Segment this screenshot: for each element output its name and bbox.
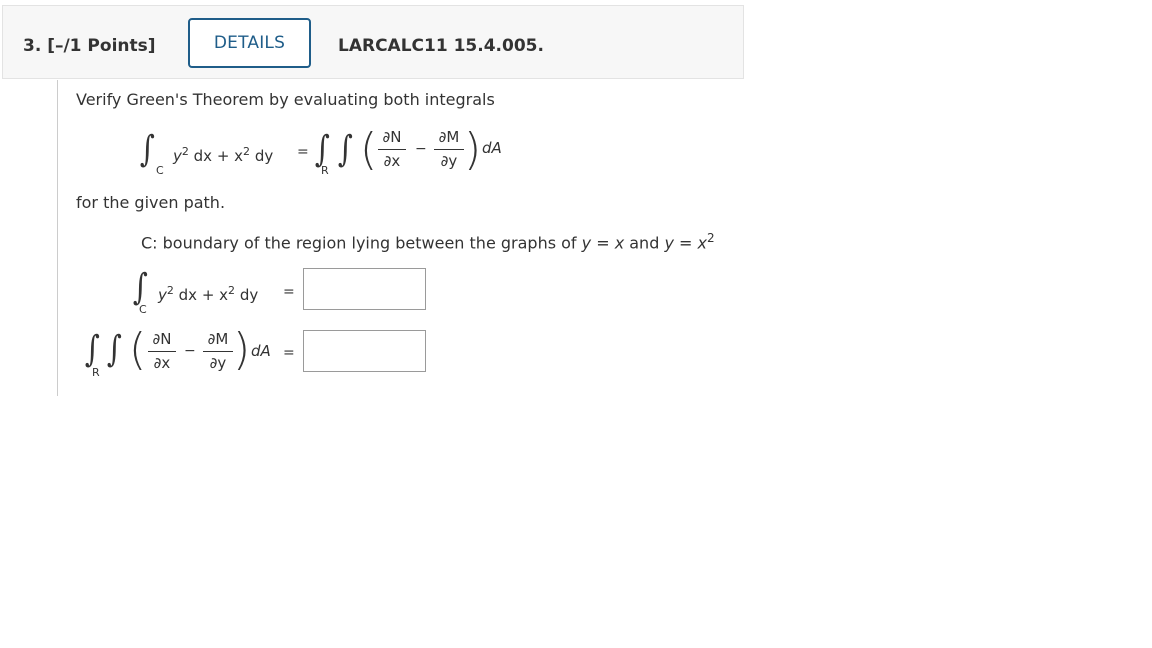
line-integrand: y2 dx + x2 dy	[158, 284, 258, 304]
question-code: LARCALC11 15.4.005.	[338, 36, 544, 56]
prompt-intro: Verify Green's Theorem by evaluating bot…	[76, 90, 495, 109]
partial-m: ∂M	[438, 128, 460, 146]
partial-x: ∂x	[153, 354, 171, 372]
fraction-bar	[434, 149, 464, 150]
fraction-bar	[203, 351, 233, 352]
line-integral-sign: ∫	[132, 267, 148, 308]
integrand-exp-2: 2	[243, 145, 251, 158]
double-integral-answer-input[interactable]	[303, 330, 426, 372]
integrand-exp-1: 2	[166, 284, 174, 297]
integrand-dx: dx + x	[188, 147, 244, 165]
da-term: dA	[251, 342, 271, 360]
partial-y: ∂y	[209, 354, 227, 372]
double-integral-sign-1: ∫	[314, 129, 330, 170]
right-paren: )	[233, 324, 251, 375]
integrand-y: y	[173, 147, 182, 165]
double-integral-sign-1: ∫	[84, 329, 100, 370]
partial-y: ∂y	[440, 152, 458, 170]
fraction-dm-dy: ∂M ∂y	[203, 330, 233, 372]
equals-sign: =	[283, 284, 295, 300]
integrand-dx: dx + x	[173, 286, 229, 304]
fraction-dm-dy: ∂M ∂y	[434, 128, 464, 170]
line-integral-subscript: C	[139, 303, 147, 316]
fraction-bar	[378, 149, 406, 150]
partial-x: ∂x	[383, 152, 401, 170]
question-left-rule	[57, 80, 58, 396]
equals-sign: =	[297, 144, 309, 160]
line-integral-subscript: C	[156, 164, 164, 177]
question-header: 3. [–/1 Points] DETAILS LARCALC11 15.4.0…	[2, 5, 744, 79]
integrand-dy: dy	[235, 286, 259, 304]
path-exponent: 2	[706, 231, 715, 245]
path-equation-2: y = x	[664, 233, 707, 253]
integrand-dy: dy	[250, 147, 274, 165]
double-integral-sign-2: ∫	[337, 129, 353, 170]
details-button[interactable]: DETAILS	[188, 18, 311, 68]
greens-theorem-formula: ∫ C y2 dx + x2 dy = ∫ R ∫ ( ∂N ∂x − ∂M ∂…	[138, 128, 518, 178]
fraction-dn-dx: ∂N ∂x	[378, 128, 406, 170]
question-number: 3. [–/1 Points]	[23, 36, 156, 56]
prompt-after: for the given path.	[76, 193, 226, 212]
integrand-exp-1: 2	[181, 145, 189, 158]
da-term: dA	[482, 139, 502, 157]
path-and: and	[629, 233, 660, 253]
fraction-bar	[148, 351, 176, 352]
minus-sign: −	[184, 343, 196, 359]
line-integral-expression: ∫ C y2 dx + x2 dy =	[131, 267, 301, 317]
integrand-exp-2: 2	[228, 284, 236, 297]
integrand-y: y	[158, 286, 167, 304]
path-prefix: C: boundary of the region lying between …	[141, 233, 577, 253]
double-integral-sign-2: ∫	[106, 329, 122, 370]
partial-n: ∂N	[382, 128, 402, 146]
partial-n: ∂N	[152, 330, 172, 348]
line-integral-answer-input[interactable]	[303, 268, 426, 310]
right-paren: )	[464, 124, 482, 175]
path-equation-1: y = x	[581, 233, 625, 253]
left-paren: (	[360, 124, 378, 175]
double-integral-expression: ∫ R ∫ ( ∂N ∂x − ∂M ∂y ) dA =	[83, 324, 298, 380]
line-integral-sign: ∫	[139, 129, 155, 170]
left-paren: (	[129, 324, 147, 375]
double-integral-subscript: R	[321, 164, 329, 177]
path-description: C: boundary of the region lying between …	[141, 231, 715, 252]
fraction-dn-dx: ∂N ∂x	[148, 330, 176, 372]
double-integral-subscript: R	[92, 366, 100, 379]
partial-m: ∂M	[207, 330, 229, 348]
minus-sign: −	[415, 141, 427, 157]
line-integrand: y2 dx + x2 dy	[173, 145, 273, 165]
equals-sign: =	[283, 345, 295, 361]
